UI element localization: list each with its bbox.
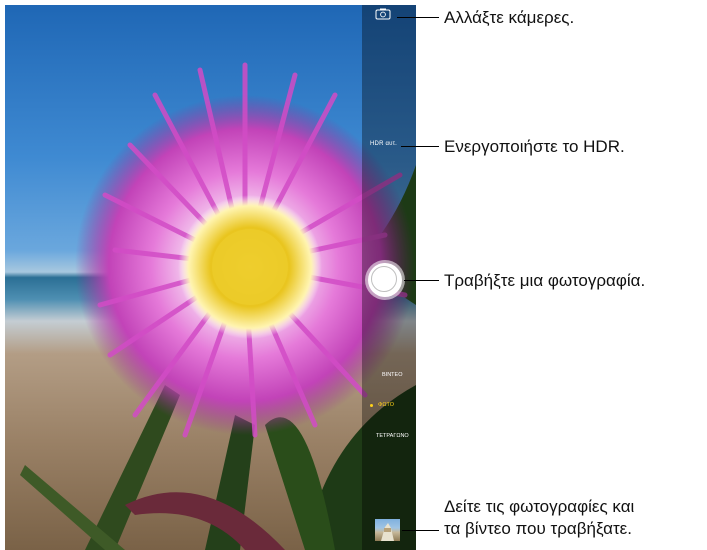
mode-square[interactable]: ΤΕΤΡΑΓΩΝΟ <box>376 433 409 439</box>
callout-switch-camera: Αλλάξτε κάμερες. <box>444 8 575 27</box>
callout-line-shutter <box>404 280 439 281</box>
callout-line-switch-camera <box>397 17 439 18</box>
callout-line-thumbnail <box>402 530 439 531</box>
photo-thumbnail-icon <box>381 523 394 541</box>
callout-line-hdr <box>401 146 439 147</box>
camera-switch-icon[interactable] <box>375 8 391 20</box>
mode-video[interactable]: ΒΙΝΤΕΟ <box>382 372 402 378</box>
hdr-toggle[interactable]: HDR αυτ. <box>370 141 397 147</box>
callout-thumbnail-line1: Δείτε τις φωτογραφίες και <box>444 497 635 516</box>
callout-thumbnail-line2: τα βίντεο που τραβήξατε. <box>444 519 632 538</box>
flower-photo <box>20 62 416 550</box>
callout-shutter: Τραβήξτε μια φωτογραφία. <box>444 271 646 290</box>
photo-thumbnail[interactable] <box>375 519 400 541</box>
mode-photo[interactable]: ΦΩΤΟ <box>378 402 394 408</box>
shutter-button[interactable] <box>368 263 402 297</box>
camera-viewfinder[interactable] <box>5 5 416 550</box>
selected-mode-indicator <box>370 404 373 407</box>
callout-hdr: Ενεργοποιήστε το HDR. <box>444 137 625 156</box>
